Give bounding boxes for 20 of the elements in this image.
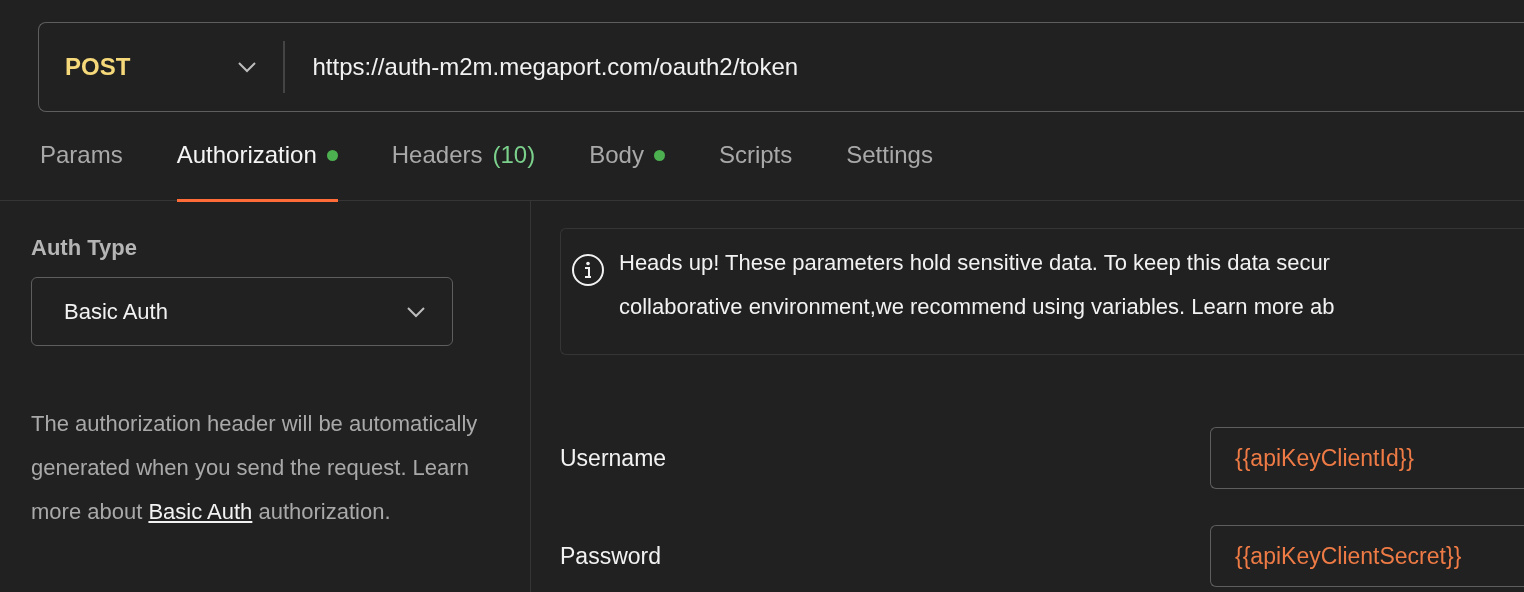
url-field[interactable]: https://auth-m2m.megaport.com/oauth2/token bbox=[284, 49, 799, 85]
info-icon bbox=[571, 253, 605, 287]
tab[interactable]: Headers (10) bbox=[391, 112, 536, 202]
section-heading: Auth Type bbox=[31, 234, 138, 262]
field-label: Password bbox=[560, 541, 661, 571]
notice-text: Heads up! These parameters hold sensitive data. To keep this data secur collaborative environment,we recommend using variables. Learn more ab bbox=[619, 249, 1335, 321]
chevron-down-icon bbox=[406, 305, 426, 318]
tab[interactable]: Settings bbox=[846, 112, 933, 202]
text-field[interactable]: {{apiKeyClientSecret}} bbox=[1210, 525, 1524, 587]
tab[interactable]: Params bbox=[40, 112, 123, 202]
field-label: Username bbox=[560, 443, 667, 473]
method-dropdown[interactable]: POST bbox=[39, 23, 283, 111]
auth-type-dropdown[interactable]: Basic Auth bbox=[31, 277, 453, 346]
tab[interactable]: Authorization bbox=[176, 112, 338, 202]
text-field[interactable]: {{apiKeyClientId}} bbox=[1210, 427, 1524, 489]
tab[interactable]: Body bbox=[589, 112, 665, 202]
tab[interactable]: Scripts bbox=[718, 112, 793, 202]
learn-more-link[interactable]: Basic Auth bbox=[148, 499, 253, 524]
chevron-down-icon bbox=[237, 61, 257, 73]
auth-description: The authorization header will be automatically generated when you send the request. Learn more about Basic Auth authorization. bbox=[31, 410, 479, 526]
